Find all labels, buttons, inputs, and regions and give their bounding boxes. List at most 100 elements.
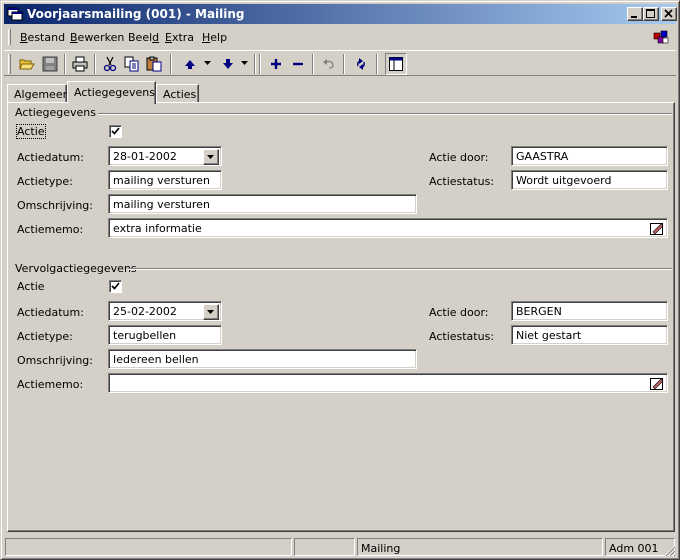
menu-bewerken[interactable]: Bewerken (70, 31, 124, 44)
actie-memo-edit-button[interactable] (649, 221, 665, 237)
toolbar-separator (94, 54, 96, 74)
tab-actiegegevens[interactable]: Actiegegevens (67, 81, 156, 104)
tab-panel-actiegegevens: Actiegegevens Actie Actiedatum: 28-01-20… (7, 102, 675, 532)
actie-status-field[interactable]: Wordt uitgevoerd (511, 170, 668, 190)
remove-button[interactable] (287, 53, 309, 75)
status-panel-1 (5, 538, 292, 556)
print-button[interactable] (69, 53, 91, 75)
actie-omschrijving-field[interactable]: mailing versturen (108, 194, 417, 214)
open-folder-icon (19, 59, 35, 70)
close-button[interactable] (661, 7, 677, 21)
add-icon (271, 59, 281, 69)
actie-checkbox-label[interactable]: Actie (16, 124, 46, 139)
resize-grip-icon[interactable] (663, 544, 676, 557)
vervolg-type-value: terugbellen (113, 329, 177, 342)
window-app-icon[interactable] (7, 6, 23, 22)
status-bar: Mailing Adm 001 (4, 537, 676, 557)
actie-checkbox[interactable] (109, 125, 122, 138)
vervolg-memo-field[interactable] (108, 373, 668, 393)
cut-button[interactable] (99, 53, 121, 75)
toolbar-separator (254, 54, 256, 74)
previous-button[interactable] (179, 53, 201, 75)
copy-icon (124, 56, 139, 72)
actie-group-label: Actiegegevens (15, 106, 96, 119)
vervolg-memo-label: Actiememo: (17, 378, 84, 391)
remove-icon (293, 62, 303, 66)
actie-group-divider (98, 113, 672, 115)
status-panel-2 (294, 538, 355, 556)
vervolg-status-value: Niet gestart (516, 329, 582, 342)
minimize-button[interactable] (627, 7, 643, 21)
vervolg-group-divider (128, 268, 672, 270)
layout-button[interactable] (385, 53, 407, 75)
previous-dropdown-icon[interactable] (204, 61, 211, 66)
save-button[interactable] (39, 53, 61, 75)
actie-memo-value: extra informatie (113, 222, 202, 235)
save-icon (42, 56, 58, 72)
vervolg-omschrijving-field[interactable]: Iedereen bellen (108, 349, 417, 369)
refresh-button[interactable] (350, 53, 372, 75)
actie-omschrijving-label: Omschrijving: (17, 199, 93, 212)
next-dropdown-icon[interactable] (241, 61, 248, 66)
window-title: Voorjaarsmailing (001) - Mailing (27, 7, 245, 21)
memo-edit-icon (650, 378, 664, 390)
next-button[interactable] (217, 53, 239, 75)
vervolg-type-field[interactable]: terugbellen (108, 325, 222, 345)
toolbar-separator (259, 54, 261, 74)
menubar-grip[interactable] (8, 29, 11, 45)
actie-datum-label: Actiedatum: (17, 151, 84, 164)
open-button[interactable] (16, 53, 38, 75)
undo-button[interactable] (318, 53, 340, 75)
actie-type-field[interactable]: mailing versturen (108, 170, 222, 190)
layout-icon (389, 57, 403, 71)
vervolg-type-label: Actietype: (17, 330, 73, 343)
actie-datum-dropdown-button[interactable] (203, 149, 219, 165)
refresh-icon (357, 58, 365, 70)
tab-algemeen[interactable]: Algemeen (7, 84, 70, 103)
vervolg-datum-combo[interactable]: 25-02-2002 (108, 301, 222, 321)
add-button[interactable] (265, 53, 287, 75)
menu-help[interactable]: Help (202, 31, 227, 44)
actie-door-label: Actie door: (429, 151, 489, 164)
toolbar-separator (376, 54, 378, 74)
title-bar[interactable]: Voorjaarsmailing (001) - Mailing (4, 4, 677, 24)
actie-memo-field[interactable]: extra informatie (108, 218, 668, 238)
close-icon (664, 9, 673, 18)
actie-door-field[interactable]: GAASTRA (511, 146, 668, 166)
next-icon (223, 59, 233, 69)
tab-acties[interactable]: Acties (156, 84, 199, 103)
vervolg-memo-edit-button[interactable] (649, 376, 665, 392)
menu-bar: Bestand Bewerken Beeld Extra Help (4, 27, 676, 47)
application-window: Voorjaarsmailing (001) - Mailing Bestand… (0, 0, 680, 560)
actie-type-label: Actietype: (17, 175, 73, 188)
vervolg-datum-dropdown-button[interactable] (203, 304, 219, 320)
undo-icon (323, 59, 334, 69)
paste-icon (146, 56, 162, 72)
toolbar-grip[interactable] (8, 54, 11, 74)
vervolg-status-label: Actiestatus: (429, 330, 495, 343)
vervolg-checkbox[interactable] (109, 280, 122, 293)
vervolg-checkbox-label[interactable]: Actie (17, 280, 45, 293)
paste-button[interactable] (143, 53, 165, 75)
actie-omschrijving-value: mailing versturen (113, 198, 210, 211)
chevron-down-icon (207, 155, 214, 159)
actie-type-value: mailing versturen (113, 174, 210, 187)
menu-extra[interactable]: Extra (165, 31, 194, 44)
checkmark-icon (111, 282, 120, 290)
vervolg-omschrijving-label: Omschrijving: (17, 354, 93, 367)
vervolg-status-field[interactable]: Niet gestart (511, 325, 668, 345)
menu-bestand[interactable]: Bestand (20, 31, 65, 44)
toolbar-separator (343, 54, 345, 74)
tab-strip: Algemeen Actiegegevens Acties (7, 81, 675, 104)
vervolg-door-field[interactable]: BERGEN (511, 301, 668, 321)
maximize-button[interactable] (643, 7, 659, 21)
vervolg-door-label: Actie door: (429, 306, 489, 319)
app-logo-icon (652, 28, 670, 46)
actie-status-label: Actiestatus: (429, 175, 495, 188)
menu-beeld[interactable]: Beeld (128, 31, 159, 44)
actie-door-value: GAASTRA (516, 150, 569, 163)
copy-button[interactable] (121, 53, 143, 75)
vervolg-group-label: Vervolgactiegegevens (15, 262, 137, 275)
status-panel-module: Mailing (357, 538, 603, 556)
actie-datum-combo[interactable]: 28-01-2002 (108, 146, 222, 166)
